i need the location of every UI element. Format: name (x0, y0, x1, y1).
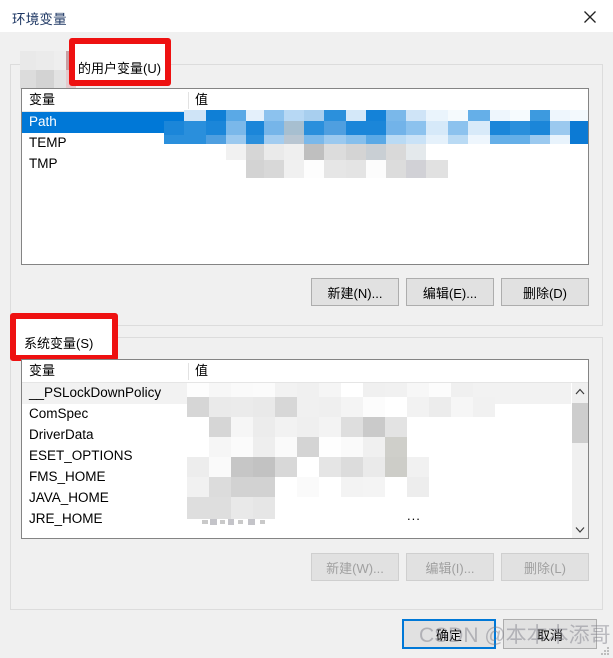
system-variable-name: JAVA_HOME (29, 490, 109, 505)
annotation-2-label: 系统变量(S) (24, 336, 94, 351)
value-overflow-ellipsis: ... (407, 508, 421, 523)
system-list-rows: __PSLockDownPolicy ComSpec DriverData ES… (22, 383, 588, 538)
system-list-col-variable[interactable]: 变量 (22, 360, 188, 383)
redacted-system-values (187, 383, 572, 533)
new-user-variable-button[interactable]: 新建(N)... (311, 278, 399, 306)
system-variable-name: FMS_HOME (29, 469, 106, 484)
edit-user-variable-button[interactable]: 编辑(E)... (406, 278, 494, 306)
system-variable-name: ComSpec (29, 406, 89, 421)
delete-user-variable-button[interactable]: 删除(D) (501, 278, 589, 306)
user-variables-list[interactable]: 变量 值 Path TEMP TMP (21, 88, 589, 265)
resize-grip[interactable] (601, 647, 610, 656)
system-variables-list[interactable]: 变量 值 __PSLockDownPolicy ComSpec DriverDa… (21, 359, 589, 539)
window-title: 环境变量 (12, 12, 67, 27)
close-icon (584, 11, 596, 23)
redacted-username (20, 51, 66, 89)
close-button[interactable] (568, 0, 613, 31)
new-system-variable-button[interactable]: 新建(W)... (311, 553, 399, 581)
system-variable-name: __PSLockDownPolicy (29, 385, 162, 400)
scroll-down-button[interactable] (572, 521, 588, 538)
dialog-body: 的用户变量(U) 的用户变量(U) 变量 值 Path TEMP (0, 32, 613, 658)
title-bar: 环境变量 (0, 0, 613, 32)
system-list-scrollbar[interactable] (571, 383, 588, 538)
user-list-col-variable[interactable]: 变量 (22, 89, 188, 112)
user-list-header: 变量 值 (22, 89, 588, 112)
edit-system-variable-button[interactable]: 编辑(I)... (406, 553, 494, 581)
clipped-value-text (202, 516, 282, 530)
annotation-1-label: 的用户变量(U) (78, 61, 162, 76)
cancel-button[interactable]: 取消 (503, 619, 597, 649)
scroll-up-button[interactable] (572, 383, 588, 400)
system-variable-name: ESET_OPTIONS (29, 448, 133, 463)
scroll-thumb[interactable] (572, 403, 588, 443)
chevron-up-icon (575, 388, 585, 395)
user-list-col-value[interactable]: 值 (188, 89, 588, 112)
system-list-col-value[interactable]: 值 (188, 360, 572, 383)
environment-variables-dialog: 环境变量 的用户变量(U) 的用户变量(U) (0, 0, 613, 658)
redacted-user-values (164, 110, 588, 180)
system-variable-name: DriverData (29, 427, 94, 442)
user-variable-name: Path (29, 114, 57, 129)
ok-button[interactable]: 确定 (402, 619, 496, 649)
system-list-header: 变量 值 (22, 360, 588, 383)
delete-system-variable-button[interactable]: 删除(L) (501, 553, 589, 581)
user-variable-name: TMP (29, 156, 58, 171)
chevron-down-icon (575, 527, 585, 533)
user-variable-name: TEMP (29, 135, 67, 150)
system-variable-name: JRE_HOME (29, 511, 103, 526)
user-list-rows: Path TEMP TMP (22, 110, 588, 264)
